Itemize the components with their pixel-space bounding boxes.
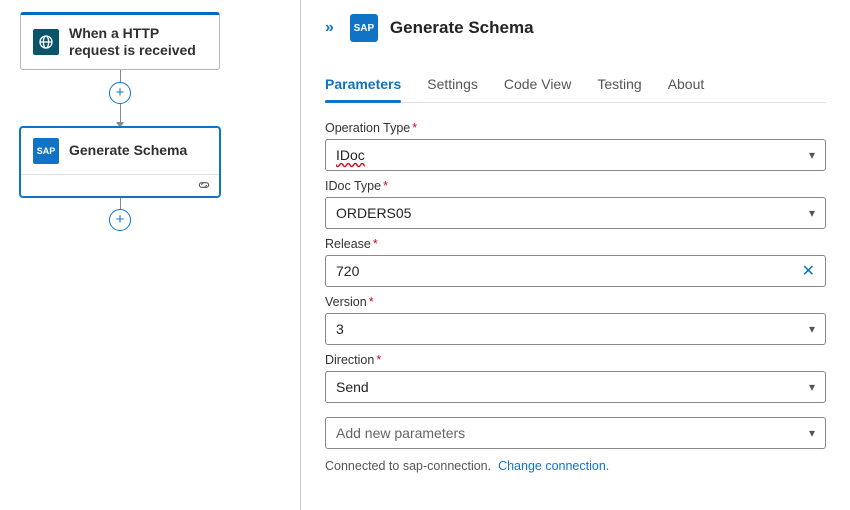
version-label: Version* <box>325 295 826 309</box>
chevron-down-icon: ▾ <box>809 426 815 440</box>
connector-end: + <box>20 197 220 231</box>
release-input[interactable]: 720 ✕ <box>325 255 826 287</box>
chevron-down-icon: ▾ <box>809 148 815 162</box>
clear-input-icon[interactable]: ✕ <box>802 261 815 281</box>
collapse-panel-button[interactable]: » <box>325 19 334 37</box>
connection-footer: Connected to sap-connection. Change conn… <box>325 449 826 477</box>
sap-icon: SAP <box>33 138 59 164</box>
trigger-node-title: When a HTTP request is received <box>69 25 207 59</box>
version-value: 3 <box>336 321 344 337</box>
direction-value: Send <box>336 379 369 395</box>
trigger-node-http-request[interactable]: When a HTTP request is received <box>20 12 220 70</box>
connection-name: sap-connection. <box>403 459 491 473</box>
panel-title: Generate Schema <box>390 18 534 38</box>
idoc-type-value: ORDERS05 <box>336 205 411 221</box>
direction-label: Direction* <box>325 353 826 367</box>
connector: + <box>20 70 220 127</box>
direction-select[interactable]: Send ▾ <box>325 371 826 403</box>
http-request-icon <box>33 29 59 55</box>
add-new-parameters-select[interactable]: Add new parameters ▾ <box>325 417 826 449</box>
tab-settings[interactable]: Settings <box>427 70 478 102</box>
action-node-title: Generate Schema <box>69 142 187 159</box>
add-step-button-end[interactable]: + <box>109 209 131 231</box>
action-node-generate-schema[interactable]: SAP Generate Schema <box>20 127 220 197</box>
connection-indicator-icon <box>197 180 211 190</box>
operation-type-select[interactable]: IDoc ▾ <box>325 139 826 171</box>
operation-type-value: IDoc <box>336 147 365 163</box>
chevron-down-icon: ▾ <box>809 206 815 220</box>
release-value: 720 <box>336 263 359 279</box>
action-config-panel: » SAP Generate Schema Parameters Setting… <box>300 0 850 510</box>
chevron-down-icon: ▾ <box>809 380 815 394</box>
panel-tabs: Parameters Settings Code View Testing Ab… <box>325 70 826 103</box>
chevron-down-icon: ▾ <box>809 322 815 336</box>
idoc-type-label: IDoc Type* <box>325 179 826 193</box>
version-select[interactable]: 3 ▾ <box>325 313 826 345</box>
connected-to-label: Connected to <box>325 459 403 473</box>
tab-about[interactable]: About <box>668 70 705 102</box>
designer-canvas: When a HTTP request is received + SAP Ge… <box>0 0 300 510</box>
tab-testing[interactable]: Testing <box>597 70 641 102</box>
sap-icon: SAP <box>350 14 378 42</box>
tab-parameters[interactable]: Parameters <box>325 70 401 102</box>
release-label: Release* <box>325 237 826 251</box>
add-new-parameters-placeholder: Add new parameters <box>336 425 465 441</box>
operation-type-label: Operation Type* <box>325 121 826 135</box>
tab-code-view[interactable]: Code View <box>504 70 571 102</box>
add-step-button[interactable]: + <box>109 82 131 104</box>
change-connection-link[interactable]: Change connection. <box>498 459 609 473</box>
idoc-type-select[interactable]: ORDERS05 ▾ <box>325 197 826 229</box>
